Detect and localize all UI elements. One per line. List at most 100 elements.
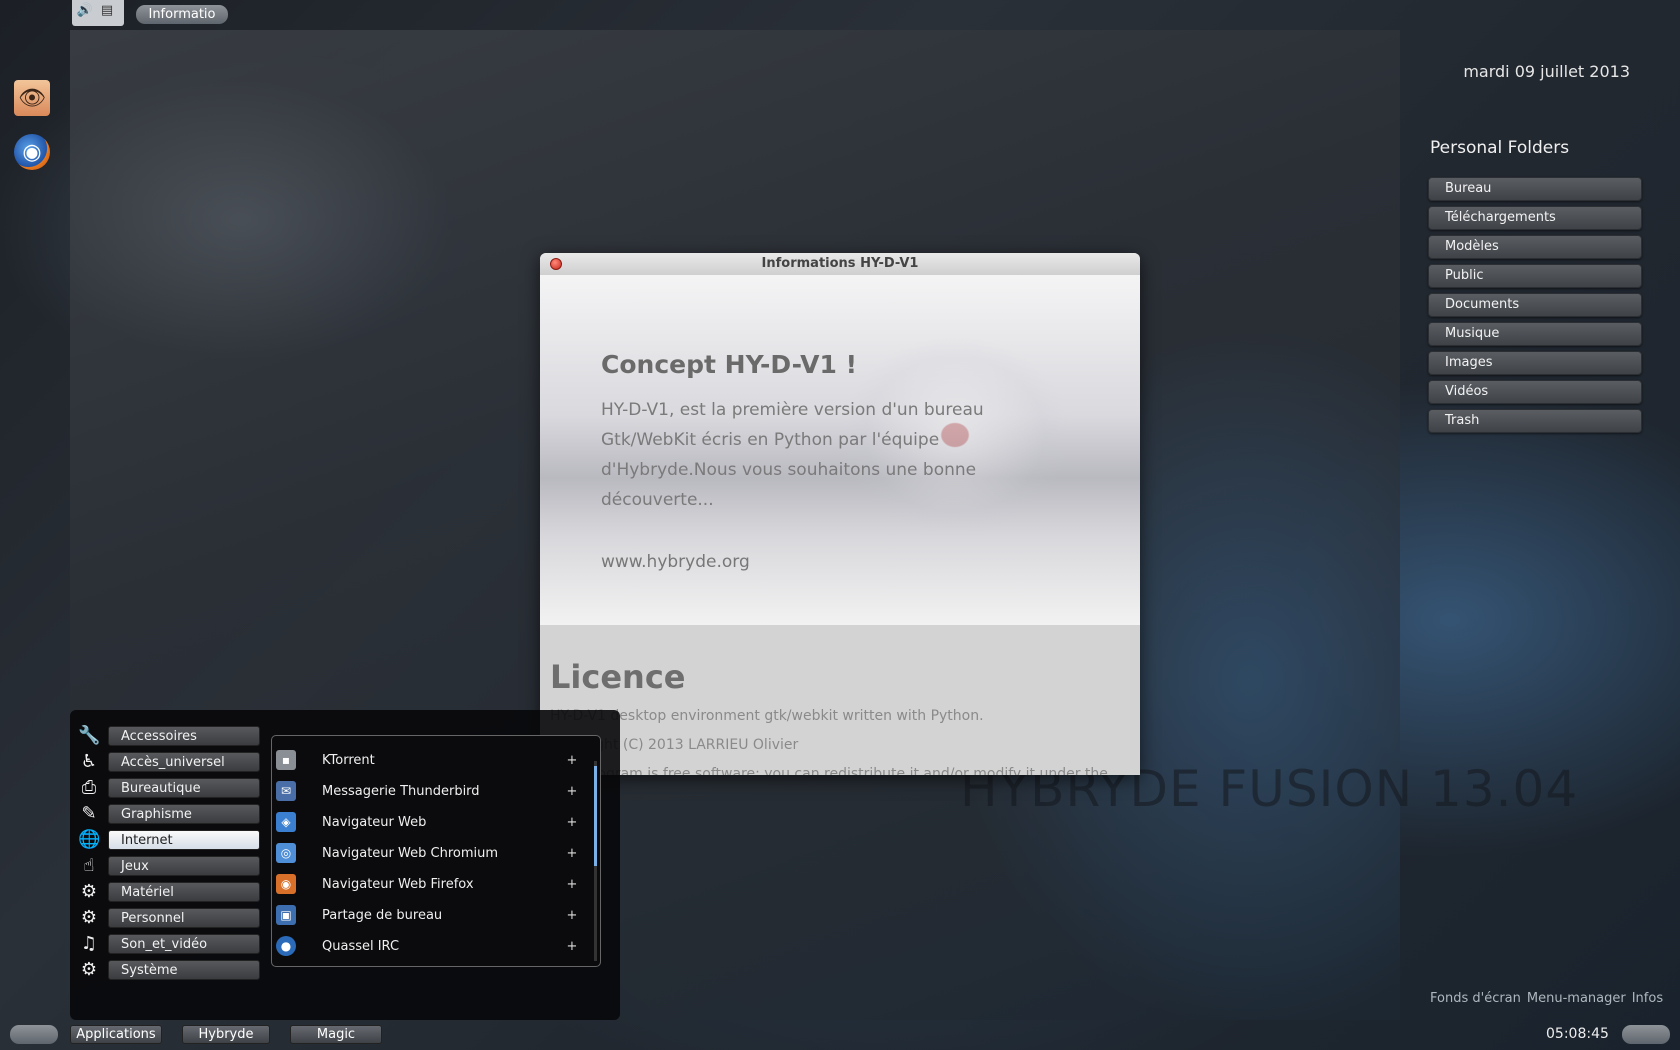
- quassel-icon: ●: [276, 936, 296, 956]
- app-label: KTorrent: [322, 752, 375, 768]
- add-favorite-button[interactable]: +: [562, 753, 582, 768]
- add-favorite-button[interactable]: +: [562, 784, 582, 799]
- gear-icon: ⚙: [80, 907, 98, 928]
- add-favorite-button[interactable]: +: [562, 846, 582, 861]
- category-row[interactable]: ✎ Graphisme: [78, 803, 260, 825]
- top-bar: 🔊 ▤ Informatio: [0, 0, 1680, 28]
- category-materiel[interactable]: Matériel: [108, 882, 260, 902]
- folder-trash[interactable]: Trash: [1428, 409, 1642, 433]
- bottom-right-pill[interactable]: [1622, 1025, 1670, 1044]
- add-favorite-button[interactable]: +: [562, 877, 582, 892]
- add-favorite-button[interactable]: +: [562, 908, 582, 923]
- gear-icon: ⚙: [80, 881, 98, 902]
- app-item-ktorrent[interactable]: ▪ KTorrent +: [272, 748, 582, 772]
- add-favorite-button[interactable]: +: [562, 939, 582, 954]
- category-row[interactable]: 🔧 Accessoires: [78, 725, 260, 747]
- menu-manager-link[interactable]: Menu-manager: [1527, 991, 1626, 1006]
- category-systeme[interactable]: Système: [108, 960, 260, 980]
- info-dialog: Informations HY-D-V1 Concept HY-D-V1 ! H…: [540, 253, 1140, 775]
- app-label: Messagerie Thunderbird: [322, 783, 480, 799]
- hybryde-button[interactable]: Hybryde: [182, 1025, 270, 1044]
- applications-menu: 🔧 Accessoires ♿ Accès_universel ⎙ Bureau…: [70, 710, 620, 1020]
- bottom-bar: Applications Hybryde Magic 05:08:45: [0, 1020, 1680, 1050]
- printer-icon: ⎙: [81, 777, 97, 798]
- category-personnel[interactable]: Personnel: [108, 908, 260, 928]
- personal-folders-list: Bureau Téléchargements Modèles Public Do…: [1428, 177, 1642, 438]
- eye-icon[interactable]: 👁: [14, 80, 50, 116]
- folder-documents[interactable]: Documents: [1428, 293, 1642, 317]
- folder-telechargements[interactable]: Téléchargements: [1428, 206, 1642, 230]
- add-favorite-button[interactable]: +: [562, 815, 582, 830]
- category-jeux[interactable]: Jeux: [108, 856, 260, 876]
- category-internet[interactable]: Internet: [108, 830, 260, 850]
- network-icon[interactable]: ▤: [98, 3, 116, 19]
- category-son-et-video[interactable]: Son_et_vidéo: [108, 934, 260, 954]
- category-row[interactable]: ⚙ Matériel: [78, 881, 260, 903]
- folder-public[interactable]: Public: [1428, 264, 1642, 288]
- speaker-icon[interactable]: 🔊: [76, 3, 94, 19]
- app-item-web-browser[interactable]: ◈ Navigateur Web +: [272, 810, 582, 834]
- app-label: Navigateur Web Chromium: [322, 845, 499, 861]
- top-tray: 🔊 ▤: [72, 0, 124, 26]
- category-row[interactable]: ⚙ Système: [78, 959, 260, 981]
- category-row[interactable]: 🌐 Internet: [78, 829, 260, 851]
- wrench-icon: 🔧: [78, 725, 101, 746]
- licence-heading: Licence: [550, 658, 686, 696]
- folder-bureau[interactable]: Bureau: [1428, 177, 1642, 201]
- folder-musique[interactable]: Musique: [1428, 322, 1642, 346]
- category-acces-universel[interactable]: Accès_universel: [108, 752, 260, 772]
- desktop-share-icon: ▣: [276, 905, 296, 925]
- website-link[interactable]: www.hybryde.org: [601, 552, 750, 572]
- app-label: Navigateur Web: [322, 814, 427, 830]
- dialog-titlebar[interactable]: Informations HY-D-V1: [540, 253, 1140, 275]
- chromium-icon: ◎: [276, 843, 296, 863]
- desktop-links: Fonds d'écran Menu-manager Infos: [1430, 991, 1663, 1006]
- applications-button[interactable]: Applications: [70, 1025, 162, 1044]
- app-item-thunderbird[interactable]: ✉ Messagerie Thunderbird +: [272, 779, 582, 803]
- app-item-firefox[interactable]: ◉ Navigateur Web Firefox +: [272, 872, 582, 896]
- clock: 05:08:45: [1546, 1026, 1609, 1042]
- firefox-icon: ◉: [276, 874, 296, 894]
- app-item-desktop-share[interactable]: ▣ Partage de bureau +: [272, 903, 582, 927]
- category-row[interactable]: ☝ Jeux: [78, 855, 260, 877]
- app-item-chromium[interactable]: ◎ Navigateur Web Chromium +: [272, 841, 582, 865]
- web-browser-icon: ◈: [276, 812, 296, 832]
- hand-icon: ☝: [83, 855, 95, 876]
- hero-text: HY-D-V1, est la première version d'un bu…: [601, 400, 984, 510]
- category-row[interactable]: ⎙ Bureautique: [78, 777, 260, 799]
- brush-icon: ✎: [81, 803, 97, 824]
- folder-images[interactable]: Images: [1428, 351, 1642, 375]
- thunderbird-icon: ✉: [276, 781, 296, 801]
- category-accessoires[interactable]: Accessoires: [108, 726, 260, 746]
- dialog-hero: Concept HY-D-V1 ! HY-D-V1, est la premiè…: [540, 275, 1140, 625]
- accessibility-icon: ♿: [80, 751, 98, 772]
- magic-button[interactable]: Magic: [290, 1025, 382, 1044]
- category-graphisme[interactable]: Graphisme: [108, 804, 260, 824]
- firefox-icon[interactable]: ◉: [14, 134, 50, 170]
- personal-folders-title: Personal Folders: [1430, 138, 1570, 158]
- app-label: Quassel IRC: [322, 938, 400, 954]
- category-row[interactable]: ⚙ Personnel: [78, 907, 260, 929]
- globe-icon: 🌐: [78, 829, 101, 850]
- media-icon: ♫: [80, 933, 98, 954]
- dialog-title: Informations HY-D-V1: [761, 256, 919, 271]
- category-bureautique[interactable]: Bureautique: [108, 778, 260, 798]
- category-row[interactable]: ♿ Accès_universel: [78, 751, 260, 773]
- folder-videos[interactable]: Vidéos: [1428, 380, 1642, 404]
- app-item-quassel[interactable]: ● Quassel IRC +: [272, 934, 582, 958]
- licence-line: This program is free software: you can r…: [550, 766, 1108, 775]
- window-tab-informations[interactable]: Informatio: [136, 5, 228, 24]
- category-row[interactable]: ♫ Son_et_vidéo: [78, 933, 260, 955]
- hero-title: Concept HY-D-V1 !: [601, 350, 857, 379]
- close-icon[interactable]: [550, 258, 562, 270]
- scrollbar-thumb[interactable]: [594, 766, 597, 866]
- gear-icon: ⚙: [80, 959, 98, 980]
- infos-link[interactable]: Infos: [1632, 991, 1663, 1006]
- wallpaper-link[interactable]: Fonds d'écran: [1430, 991, 1521, 1006]
- folder-modeles[interactable]: Modèles: [1428, 235, 1642, 259]
- app-label: Partage de bureau: [322, 907, 443, 923]
- app-list: ▪ KTorrent + ✉ Messagerie Thunderbird + …: [271, 735, 601, 967]
- bottom-left-pill[interactable]: [10, 1025, 58, 1044]
- date-display: mardi 09 juillet 2013: [1463, 62, 1630, 81]
- ktorrent-icon: ▪: [276, 750, 296, 770]
